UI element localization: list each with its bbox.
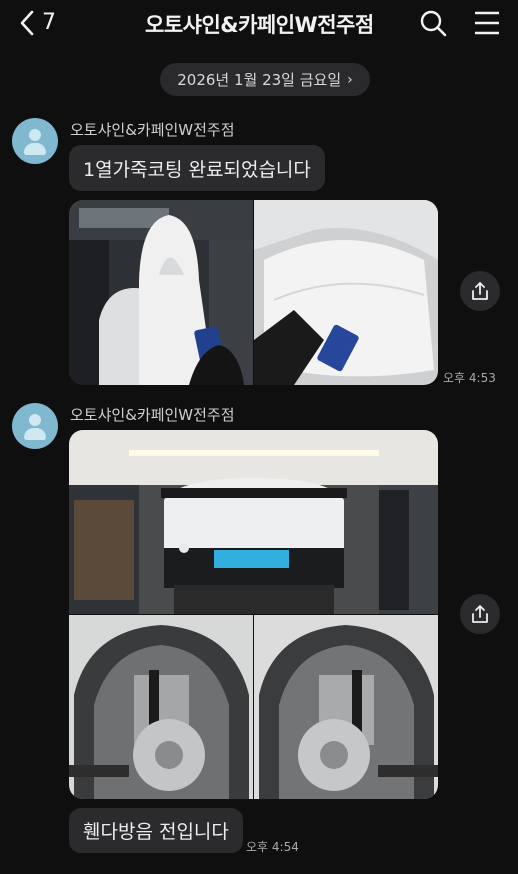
date-label: 2026년 1월 23일 금요일 <box>177 71 342 89</box>
share-icon <box>472 282 488 300</box>
chat-header: 7 오토샤인&카페인W전주점 <box>0 0 518 46</box>
menu-icon[interactable] <box>473 9 501 37</box>
chevron-right-icon: › <box>347 71 353 88</box>
avatar[interactable] <box>12 403 58 449</box>
share-icon <box>472 605 488 623</box>
message-time: 오후 4:54 <box>246 840 299 854</box>
share-button[interactable] <box>460 271 500 311</box>
chat-title: 오토샤인&카페인W전주점 <box>145 13 374 37</box>
message-time: 오후 4:53 <box>443 371 496 385</box>
chevron-left-icon <box>20 10 34 36</box>
share-button[interactable] <box>460 594 500 634</box>
date-divider[interactable]: 2026년 1월 23일 금요일 › <box>160 63 370 96</box>
unread-count: 7 <box>42 10 56 35</box>
sender-name: 오토샤인&카페인W전주점 <box>70 406 235 424</box>
white-seat-detail-photo[interactable] <box>254 200 438 385</box>
message-bubble[interactable]: 휀다방음 전입니다 <box>69 808 243 853</box>
right-wheel-well-photo[interactable] <box>254 615 438 799</box>
avatar[interactable] <box>12 118 58 164</box>
message-bubble[interactable]: 1열가죽코팅 완료되었습니다 <box>69 145 325 191</box>
back-button[interactable]: 7 <box>20 10 56 36</box>
sender-name: 오토샤인&카페인W전주점 <box>70 121 235 139</box>
search-icon[interactable] <box>419 9 447 37</box>
car-rear-on-lift-photo[interactable] <box>69 430 438 614</box>
left-wheel-well-photo[interactable] <box>69 615 253 799</box>
white-leather-seat-photo[interactable] <box>69 200 253 385</box>
